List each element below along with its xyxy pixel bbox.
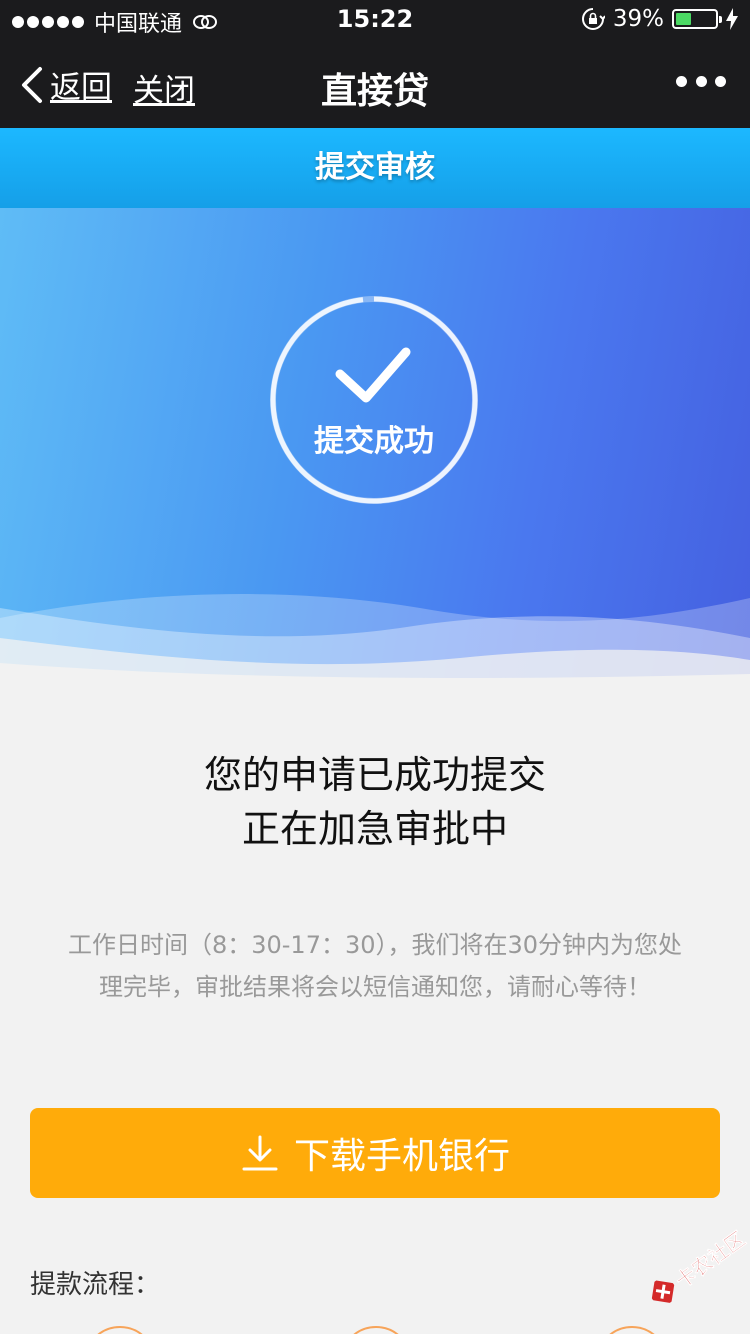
section-header: 提交审核 <box>0 128 750 208</box>
status-bar: 中国联通 15:22 39% <box>0 0 750 40</box>
download-icon <box>242 1135 278 1171</box>
result-message: 您的申请已成功提交 正在加急审批中 <box>0 748 750 856</box>
result-line-1: 您的申请已成功提交 <box>203 753 546 797</box>
more-button[interactable] <box>676 66 726 96</box>
page-title: 直接贷 <box>320 71 429 112</box>
rotation-lock-icon <box>581 8 605 30</box>
status-right: 39% <box>581 6 738 32</box>
battery-percent: 39% <box>612 6 664 32</box>
close-button[interactable]: 关闭 <box>133 65 195 110</box>
process-step-icon <box>340 1326 412 1334</box>
process-step-icon <box>596 1326 668 1334</box>
more-dot-icon <box>715 75 726 87</box>
watermark-logo: 卡农社区 <box>632 1206 750 1327</box>
chevron-left-icon <box>22 66 42 103</box>
nav-bar: 返回 关闭 直接贷 <box>0 40 750 128</box>
battery-icon <box>672 9 722 29</box>
more-dot-icon <box>676 75 687 87</box>
result-detail: 工作日时间（8：30-17：30），我们将在30分钟内为您处理完毕，审批结果将会… <box>67 931 683 1001</box>
success-hero: 提交成功 <box>0 208 750 688</box>
wave-decoration <box>0 594 750 688</box>
success-badge: 提交成功 <box>268 294 480 506</box>
process-step-icon <box>84 1326 156 1334</box>
watermark-text: 卡农社区 <box>670 1226 750 1293</box>
download-app-button[interactable]: 下载手机银行 <box>30 1108 720 1198</box>
process-title: 提款流程： <box>30 1270 161 1300</box>
download-label: 下载手机银行 <box>293 1136 510 1177</box>
progress-ring-icon <box>270 296 478 504</box>
checkmark-icon <box>335 347 411 403</box>
page: 中国联通 15:22 39% 返回 关闭 直接贷 提交审核 提交成功 您的申请已… <box>0 0 750 1334</box>
back-button[interactable]: 返回 <box>18 62 112 107</box>
more-dot-icon <box>695 75 707 87</box>
charging-icon <box>726 8 738 30</box>
result-line-2: 正在加急审批中 <box>241 807 508 851</box>
back-label: 返回 <box>50 70 112 106</box>
success-label: 提交成功 <box>314 424 434 459</box>
